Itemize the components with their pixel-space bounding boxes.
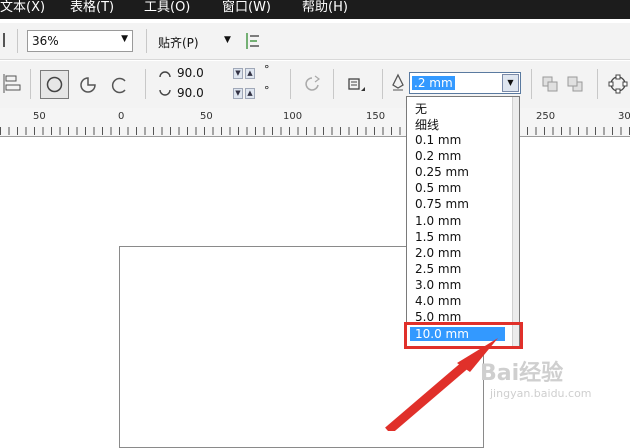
dropdown-option[interactable]: 0.75 mm <box>415 197 469 211</box>
alignment-guides-icon[interactable] <box>244 31 262 51</box>
degree-symbol: ° <box>264 84 270 97</box>
ruler-label: 250 <box>536 111 556 122</box>
dropdown-option[interactable]: 0.2 mm <box>415 149 461 163</box>
outline-pen-icon <box>392 73 404 91</box>
page-icon <box>0 33 5 47</box>
menu-tools[interactable]: 工具(O) <box>144 0 190 17</box>
horizontal-ruler[interactable]: 50 0 50 100 150 250 30 <box>0 108 630 137</box>
start-angle-field[interactable]: 90.0 <box>174 65 232 82</box>
ellipse-icon <box>46 76 63 93</box>
outline-width-value: .2 mm <box>412 76 455 90</box>
direction-icon[interactable] <box>303 75 321 95</box>
snap-dropdown-icon[interactable]: ▼ <box>224 35 231 45</box>
ruler-label: 0 <box>118 111 125 122</box>
watermark-logo: Bai经验 <box>480 361 564 386</box>
ruler-label: 50 <box>200 111 213 122</box>
ellipse-button[interactable] <box>40 70 69 99</box>
degree-symbol: ° <box>264 63 270 76</box>
convert-to-curves-icon[interactable] <box>607 73 629 95</box>
dropdown-option[interactable]: 3.0 mm <box>415 278 461 292</box>
divider <box>17 29 18 53</box>
highlight-box <box>404 322 523 349</box>
arc-icon[interactable] <box>110 75 130 95</box>
menu-bar: 文本(X) 表格(T) 工具(O) 窗口(W) 帮助(H) <box>0 0 630 19</box>
menu-help[interactable]: 帮助(H) <box>302 0 348 17</box>
pie-icon[interactable] <box>78 75 98 95</box>
divider <box>597 69 598 99</box>
start-angle-up-button[interactable]: ▲ <box>245 68 255 79</box>
divider <box>333 69 334 99</box>
end-angle-up-button[interactable]: ▲ <box>245 88 255 99</box>
dropdown-option[interactable]: 细线 <box>415 116 439 133</box>
ruler-label: 50 <box>33 111 46 122</box>
end-angle-field[interactable]: 90.0 <box>174 85 232 102</box>
divider <box>382 69 383 99</box>
divider <box>145 69 146 99</box>
to-front-icon[interactable] <box>540 74 560 94</box>
align-icon[interactable] <box>2 73 22 95</box>
watermark-url: jingyan.baidu.com <box>490 387 592 400</box>
watermark: Bai经验 jingyan.baidu.com <box>480 355 592 400</box>
dropdown-option[interactable]: 2.0 mm <box>415 246 461 260</box>
start-angle-icon <box>159 71 171 78</box>
menu-text[interactable]: 文本(X) <box>0 0 45 17</box>
property-bar: 90.0 ▼ ▲ ° 90.0 ▼ ▲ ° .2 mm ▼ <box>0 61 630 109</box>
start-angle-value: 90.0 <box>177 66 204 80</box>
to-back-icon[interactable] <box>565 74 585 94</box>
outline-width-dropdown: 无 细线 0.1 mm 0.2 mm 0.25 mm 0.5 mm 0.75 m… <box>406 96 520 349</box>
zoom-select[interactable]: 36% ▼ <box>27 30 133 52</box>
dropdown-option[interactable]: 0.1 mm <box>415 133 461 147</box>
menu-table[interactable]: 表格(T) <box>70 0 114 17</box>
dropdown-option[interactable]: 无 <box>415 100 427 117</box>
divider <box>290 69 291 99</box>
outline-width-select[interactable]: .2 mm ▼ <box>409 72 521 94</box>
snap-button[interactable]: 贴齐(P) <box>158 34 199 51</box>
divider <box>146 29 147 53</box>
dropdown-option[interactable]: 1.0 mm <box>415 214 461 228</box>
dropdown-option[interactable]: 0.25 mm <box>415 165 469 179</box>
divider <box>531 69 532 99</box>
ruler-label: 30 <box>618 111 630 122</box>
ruler-label: 150 <box>366 111 386 122</box>
ruler-label: 100 <box>283 111 303 122</box>
wrap-text-icon[interactable] <box>345 74 367 96</box>
chevron-down-icon[interactable]: ▼ <box>502 74 519 92</box>
chevron-down-icon: ▼ <box>121 34 128 44</box>
divider <box>30 69 31 99</box>
end-angle-down-button[interactable]: ▼ <box>233 88 243 99</box>
end-angle-icon <box>159 89 171 96</box>
standard-toolbar: 36% ▼ 贴齐(P) ▼ <box>0 23 630 60</box>
dropdown-option[interactable]: 4.0 mm <box>415 294 461 308</box>
dropdown-scrollbar[interactable] <box>512 97 519 348</box>
end-angle-value: 90.0 <box>177 86 204 100</box>
zoom-value: 36% <box>32 34 59 48</box>
dropdown-option[interactable]: 2.5 mm <box>415 262 461 276</box>
menu-window[interactable]: 窗口(W) <box>222 0 271 17</box>
dropdown-option[interactable]: 0.5 mm <box>415 181 461 195</box>
ruler-ticks <box>0 127 630 135</box>
start-angle-down-button[interactable]: ▼ <box>233 68 243 79</box>
dropdown-option[interactable]: 1.5 mm <box>415 230 461 244</box>
